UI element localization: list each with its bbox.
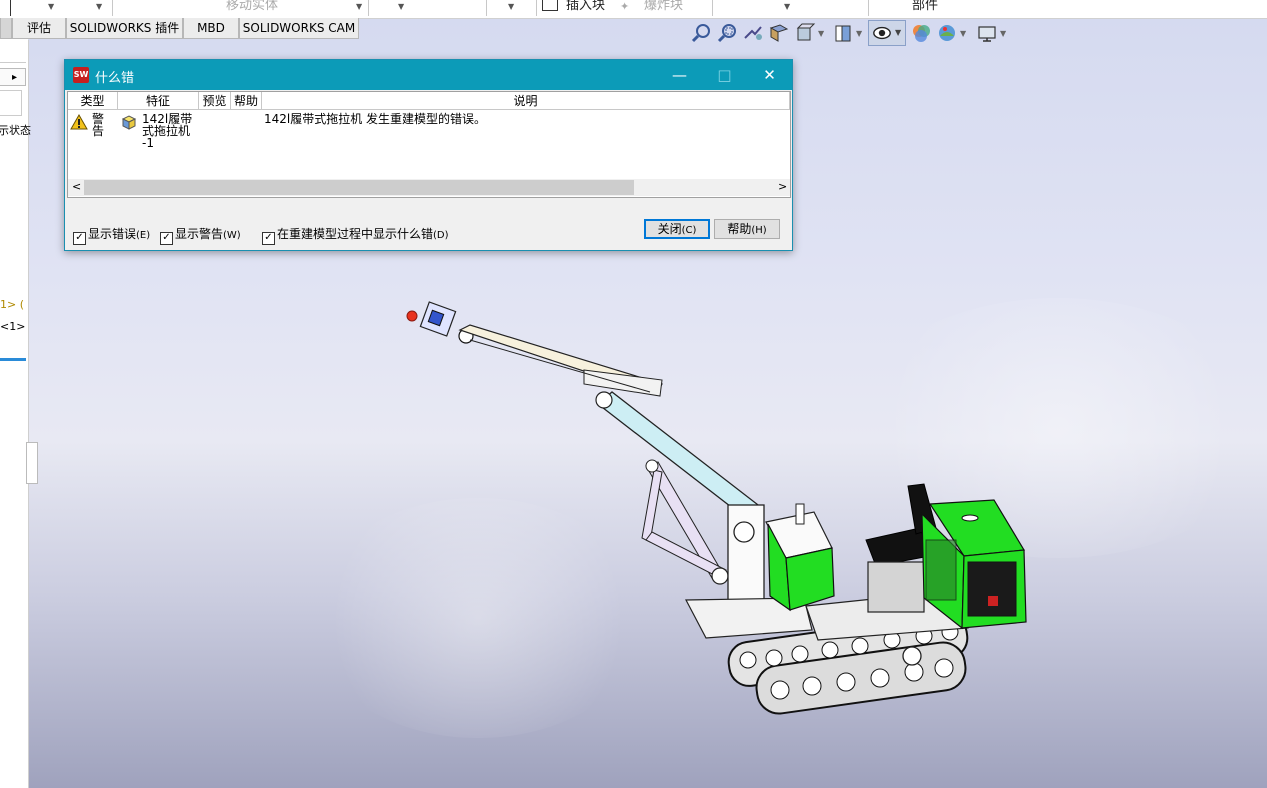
checkbox-checked-icon: ✓ [262,232,275,245]
section-view-icon[interactable] [768,22,790,44]
tab-mbd[interactable]: MBD [183,18,239,39]
button-label: 帮助 [727,222,752,236]
dropdown-icon[interactable]: ▼ [508,2,514,11]
explode-block-icon: ✦ [620,0,630,13]
checkbox-label: 显示错误 [88,227,137,241]
move-body-button[interactable]: 移动实体 [226,0,278,13]
dialog-title-bar[interactable]: SW 什么错 — □ ✕ [65,60,792,90]
assembly-icon [121,115,137,130]
checkbox-label: 在重建模型过程中显示什么错 [277,227,434,241]
dropdown-icon[interactable]: ▼ [356,2,362,11]
view-orientation-icon[interactable] [794,22,816,44]
hide-show-items-button[interactable]: ▼ [868,20,906,46]
show-warnings-checkbox[interactable]: ✓ 显示警告(W) [160,225,241,245]
column-header-help[interactable]: 帮助 [231,92,262,110]
hotkey-hint: (E) [136,230,151,241]
hotkey-hint: (C) [681,225,697,236]
dropdown-icon[interactable]: ▼ [48,2,54,11]
insert-block-button[interactable]: 插入块 [566,0,605,13]
button-label: 关闭 [657,222,682,236]
dropdown-icon[interactable]: ▼ [96,2,102,11]
checkbox-checked-icon: ✓ [160,232,173,245]
scrollbar-thumb[interactable] [84,180,634,195]
close-button[interactable]: 关闭(C) [644,219,710,239]
toolbar-edge [0,0,11,16]
eye-icon [873,26,891,40]
row-type: 警告 [92,112,105,138]
toolbar-divider [368,0,369,16]
hotkey-hint: (D) [433,230,449,241]
display-state-label: 示状态 [0,124,31,137]
show-during-rebuild-checkbox[interactable]: ✓ 在重建模型过程中显示什么错(D) [262,225,449,245]
horizontal-scrollbar[interactable]: < > [68,179,790,196]
tab-evaluate[interactable]: 评估 [12,18,66,39]
edit-appearance-icon[interactable] [910,22,932,44]
toolbar-divider [486,0,487,16]
chevron-down-icon[interactable]: ▼ [856,29,862,38]
whats-wrong-dialog: SW 什么错 — □ ✕ 类型 特征 预览 帮助 说明 警告 142l履带 式拖… [64,59,793,251]
show-errors-checkbox[interactable]: ✓ 显示错误(E) [73,225,150,245]
configuration-text: <1> [0,320,26,333]
part-button[interactable]: 部件 [912,0,938,13]
zoom-to-fit-icon[interactable] [690,22,712,44]
minimize-button[interactable]: — [657,60,702,90]
hotkey-hint: (H) [751,225,767,236]
insert-block-icon[interactable] [542,0,558,11]
chevron-down-icon[interactable]: ▼ [960,29,966,38]
solidworks-logo-icon: SW [73,67,89,83]
toolbar-divider [536,0,537,16]
error-list[interactable]: 类型 特征 预览 帮助 说明 警告 142l履带 式拖拉机 -1 142l履带式… [67,91,791,198]
tab-overflow[interactable] [0,18,12,39]
view-settings-icon[interactable] [976,22,998,44]
tab-solidworks-cam[interactable]: SOLIDWORKS CAM [239,18,359,39]
panel-box [0,90,22,116]
hotkey-hint: (W) [223,230,241,241]
chevron-down-icon[interactable]: ▼ [1000,29,1006,38]
toolbar-divider [868,0,869,16]
row-description: 142l履带式拖拉机 发生重建模型的错误。 [264,112,487,126]
panel-header [0,42,26,63]
table-row[interactable]: 警告 142l履带 式拖拉机 -1 142l履带式拖拉机 发生重建模型的错误。 [68,111,790,177]
display-style-icon[interactable] [832,22,854,44]
row-feature-line: -1 [142,136,154,150]
toolbar-divider [112,0,113,16]
heads-up-view-toolbar: ▼ ▼ ▼ ▼ ▼ [688,20,1048,46]
configuration-text: 1> ( [0,298,25,311]
checkbox-label: 显示警告 [175,227,224,241]
panel-collapse-handle[interactable] [26,442,38,484]
help-button[interactable]: 帮助(H) [714,219,780,239]
expand-arrow-icon[interactable]: ▸ [12,72,17,83]
column-header-description[interactable]: 说明 [262,92,790,110]
chevron-down-icon: ▼ [895,28,902,37]
warning-icon [70,114,88,130]
column-header-feature[interactable]: 特征 [118,92,199,110]
scroll-right-icon[interactable]: > [778,180,787,193]
command-manager-tabs: 评估 SOLIDWORKS 插件 MBD SOLIDWORKS CAM [0,18,360,40]
column-header-type[interactable]: 类型 [68,92,118,110]
maximize-button[interactable]: □ [702,60,747,90]
scroll-left-icon[interactable]: < [72,180,81,193]
feature-manager-panel[interactable]: ▸ 示状态 1> ( <1> [0,40,38,788]
checkbox-checked-icon: ✓ [73,232,86,245]
zoom-area-icon[interactable] [716,22,738,44]
apply-scene-icon[interactable] [936,22,958,44]
dropdown-icon[interactable]: ▼ [784,2,790,11]
explode-block-button[interactable]: 爆炸块 [644,0,683,13]
origin-point [406,310,418,322]
dialog-title: 什么错 [95,71,135,86]
command-manager-toolbar: ▼ ▼ 移动实体 ▼ ▼ ▼ 插入块 ✦ 爆炸块 ▼ 部件 [0,0,1267,19]
toolbar-divider [712,0,713,16]
previous-view-icon[interactable] [742,22,764,44]
front-battery-box [765,503,835,612]
chevron-down-icon[interactable]: ▼ [818,29,824,38]
close-window-button[interactable]: ✕ [747,60,792,90]
rear-engine-box [921,499,1027,630]
column-header-preview[interactable]: 预览 [199,92,231,110]
panel-splitter[interactable] [0,358,26,361]
gripper-head [419,301,474,344]
tab-solidworks-addins[interactable]: SOLIDWORKS 插件 [66,18,183,39]
dropdown-icon[interactable]: ▼ [398,2,404,11]
